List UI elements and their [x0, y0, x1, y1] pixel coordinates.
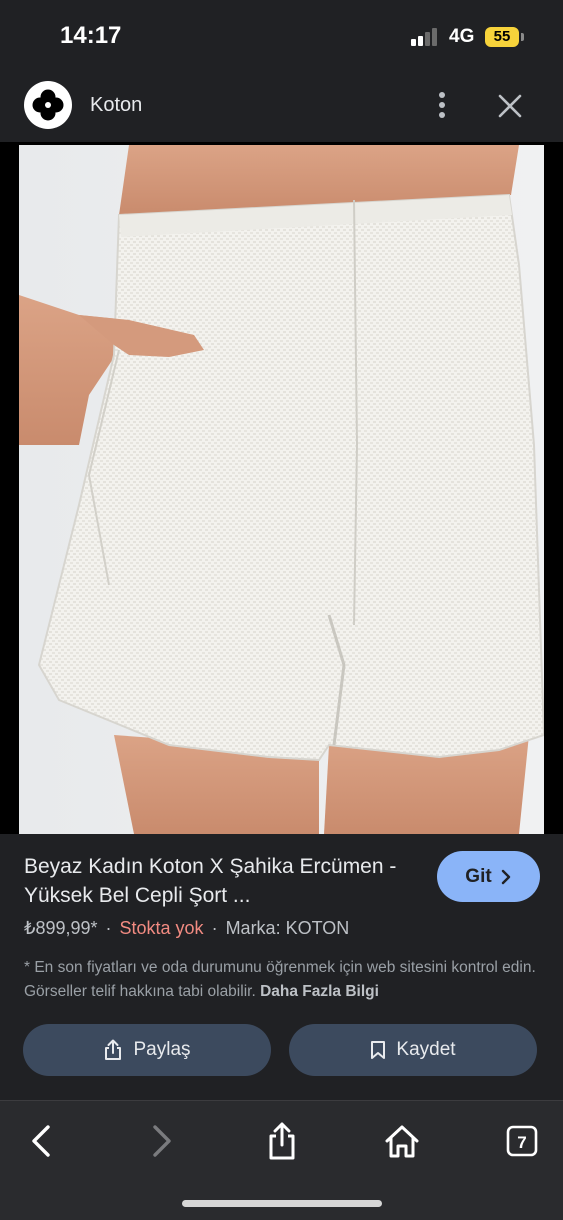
back-icon[interactable]: [22, 1121, 62, 1161]
disclaimer-text: * En son fiyatları ve oda durumunu öğren…: [24, 956, 544, 1004]
home-icon[interactable]: [382, 1121, 422, 1161]
forward-icon[interactable]: [141, 1121, 181, 1161]
bookmark-icon: [371, 1041, 386, 1059]
network-type: 4G: [449, 26, 475, 47]
share-button[interactable]: Paylaş: [23, 1024, 271, 1076]
save-button[interactable]: Kaydet: [289, 1024, 537, 1076]
tabs-icon[interactable]: 7: [503, 1121, 543, 1161]
save-label: Kaydet: [396, 1039, 456, 1060]
share-icon: [105, 1039, 122, 1060]
koton-logo-icon: [24, 81, 72, 129]
close-icon[interactable]: [495, 91, 525, 121]
product-image-area: [0, 142, 563, 952]
go-button[interactable]: Git: [437, 851, 540, 902]
product-brand: Marka: KOTON: [225, 918, 350, 938]
sheet-header: Koton: [0, 70, 563, 142]
more-info-link[interactable]: Daha Fazla Bilgi: [260, 983, 379, 1000]
cellular-signal-icon: [411, 28, 439, 46]
tab-count: 7: [517, 1133, 526, 1152]
product-info-panel: Beyaz Kadın Koton X Şahika Ercümen - Yük…: [0, 834, 563, 1100]
more-vert-icon[interactable]: [430, 90, 454, 120]
site-name: Koton: [90, 94, 143, 116]
product-meta: ₺899,99* · Stokta yok · Marka: KOTON: [24, 918, 349, 939]
share-icon[interactable]: [262, 1121, 302, 1161]
share-label: Paylaş: [133, 1039, 191, 1060]
chevron-right-icon: [501, 869, 510, 884]
home-indicator[interactable]: [182, 1200, 382, 1207]
separator-dot: ·: [105, 918, 112, 938]
battery-icon: 55: [485, 27, 524, 47]
status-bar: 14:17 4G 55: [0, 0, 563, 70]
stock-status: Stokta yok: [119, 918, 204, 938]
go-button-label: Git: [465, 865, 492, 887]
product-image[interactable]: [19, 145, 544, 834]
browser-toolbar: 7: [0, 1100, 563, 1220]
status-time: 14:17: [60, 22, 122, 49]
product-price: ₺899,99*: [24, 918, 98, 938]
product-title[interactable]: Beyaz Kadın Koton X Şahika Ercümen - Yük…: [24, 852, 419, 910]
separator-dot: ·: [211, 918, 218, 938]
